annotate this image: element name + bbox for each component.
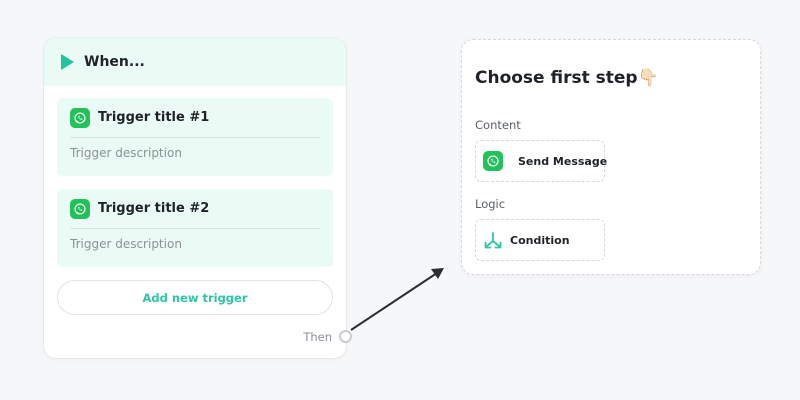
trigger-item[interactable]: Trigger title #2 Trigger description [57,189,333,267]
trigger-item[interactable]: Trigger title #1 Trigger description [57,98,333,176]
condition-label: Condition [510,233,570,247]
trigger-description: Trigger description [70,146,182,160]
whatsapp-icon [70,107,90,128]
condition-option[interactable]: Condition [475,219,605,261]
trigger-description: Trigger description [70,237,182,251]
step-chooser: Choose first step👇🏻 Content Send Message… [461,39,761,275]
whatsapp-icon [483,151,503,171]
send-message-label: Send Message [518,154,608,168]
section-label-logic: Logic [475,197,506,211]
then-connection-handle[interactable] [339,330,352,343]
step-chooser-title: Choose first step👇🏻 [475,68,659,88]
trigger-block-title: When... [84,54,145,70]
trigger-block: When... Trigger title #1 Trigger descrip… [44,38,352,358]
send-message-option[interactable]: Send Message [475,140,608,182]
whatsapp-icon [70,198,90,219]
then-label: Then [303,330,332,344]
split-arrows-icon [484,232,502,249]
trigger-block-header: When... [44,38,346,86]
trigger-title: Trigger title #2 [98,201,210,216]
add-trigger-button[interactable]: Add new trigger [57,280,333,315]
section-label-content: Content [475,118,521,132]
play-icon [61,54,74,70]
trigger-title: Trigger title #1 [98,110,210,125]
